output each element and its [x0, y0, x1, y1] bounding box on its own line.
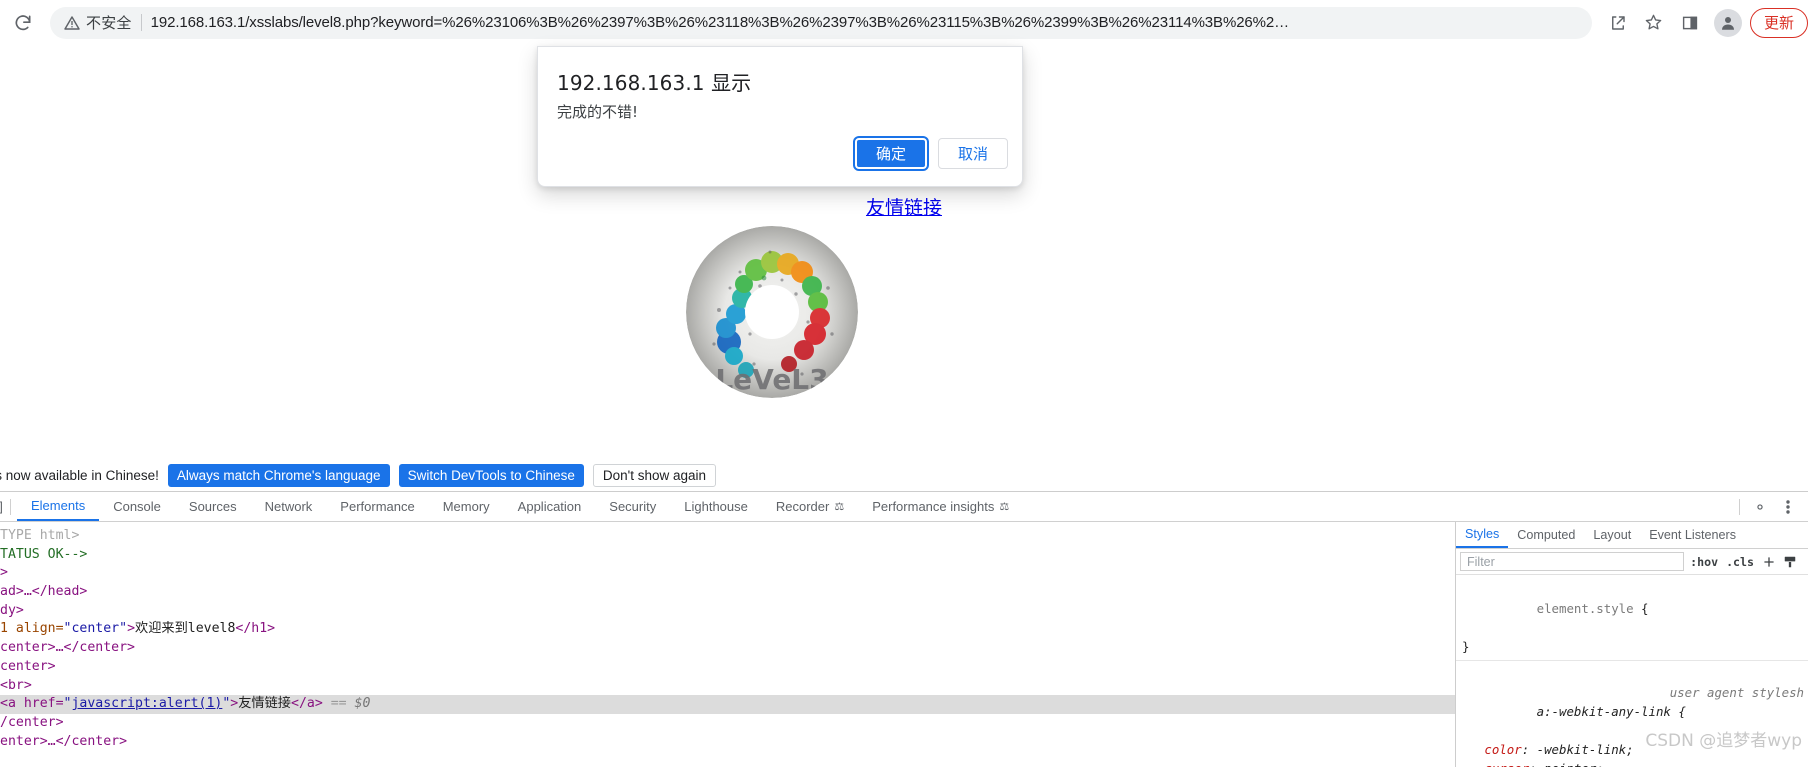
level3-cd-image: LeVeL3 [686, 226, 858, 398]
tab-memory[interactable]: Memory [429, 492, 504, 521]
css-rule-element-style[interactable]: element.style { } [1456, 579, 1808, 658]
banner-text: Tools is now available in Chinese! [0, 468, 159, 483]
styles-pane: Styles Computed Layout Event Listeners F… [1455, 522, 1808, 767]
tab-security[interactable]: Security [595, 492, 670, 521]
omnibox-divider [140, 14, 142, 31]
dom-line[interactable]: 1 align="center">欢迎来到level8</h1> [0, 620, 1455, 639]
devtools-language-banner: Tools is now available in Chinese! Alway… [0, 460, 1808, 491]
devtools-tabbar-actions [1737, 493, 1808, 521]
dom-line[interactable]: TATUS OK--> [0, 546, 1455, 565]
styles-filter-input[interactable]: Filter [1460, 552, 1685, 571]
css-property-value[interactable]: pointer; [1544, 761, 1604, 767]
profile-avatar-icon[interactable] [1713, 8, 1742, 37]
css-property-name[interactable]: color [1484, 742, 1521, 757]
styles-filter-bar: Filter :hov .cls [1456, 549, 1808, 575]
tab-sources[interactable]: Sources [175, 492, 251, 521]
share-icon[interactable] [1602, 7, 1634, 39]
star-icon[interactable] [1638, 7, 1670, 39]
css-selector: element.style [1536, 601, 1634, 616]
dialog-cancel-button[interactable]: 取消 [938, 138, 1008, 169]
tab-computed[interactable]: Computed [1508, 522, 1584, 548]
csdn-watermark: CSDN @追梦者wyp [1645, 731, 1802, 751]
rule-divider [1456, 660, 1808, 661]
kebab-menu-icon[interactable] [1774, 493, 1802, 521]
cls-toggle[interactable]: .cls [1726, 555, 1754, 569]
tab-event-listeners[interactable]: Event Listeners [1640, 522, 1745, 548]
dom-line[interactable]: enter>…</center> [0, 733, 1455, 752]
beaker-icon: ⚖ [999, 501, 1010, 513]
reload-icon[interactable] [6, 6, 40, 40]
dialog-ok-button[interactable]: 确定 [855, 138, 927, 169]
css-rule-webkit-any-link[interactable]: user agent stylesh a:-webkit-any-link { … [1456, 663, 1808, 767]
dock-toggle-icon[interactable]: ] [0, 499, 8, 514]
url-text: 192.168.163.1/xsslabs/level8.php?keyword… [150, 14, 1290, 31]
tab-console[interactable]: Console [99, 492, 175, 521]
css-selector: a:-webkit-any-link [1536, 704, 1671, 719]
dom-tree-pane[interactable]: TYPE html> TATUS OK--> > ad>…</head> dy>… [0, 522, 1455, 767]
warning-triangle-icon [64, 15, 80, 31]
dom-line[interactable]: ad>…</head> [0, 583, 1455, 602]
dom-line[interactable]: dy> [0, 602, 1455, 621]
side-panel-icon[interactable] [1674, 7, 1706, 39]
dom-line-selected[interactable]: <a href="javascript:alert(1)">友情链接</a> =… [0, 695, 1455, 714]
dom-line[interactable]: TYPE html> [0, 527, 1455, 546]
javascript-alert-dialog: 192.168.163.1 显示 完成的不错! 确定 取消 [537, 46, 1023, 187]
omnibox[interactable]: 不安全 192.168.163.1/xsslabs/level8.php?key… [50, 6, 1592, 39]
tabbar-divider [10, 498, 11, 515]
dialog-title: 192.168.163.1 显示 [557, 71, 752, 95]
css-property-value[interactable]: -webkit-link; [1537, 742, 1634, 757]
tab-recorder[interactable]: Recorder ⚖ [762, 492, 858, 521]
tab-performance-insights[interactable]: Performance insights ⚖ [858, 492, 1023, 521]
browser-toolbar: 不安全 192.168.163.1/xsslabs/level8.php?key… [0, 0, 1808, 46]
plus-icon[interactable] [1762, 555, 1776, 569]
dom-line[interactable]: center>…</center> [0, 639, 1455, 658]
tab-styles[interactable]: Styles [1456, 522, 1509, 548]
devtools-panel: ] Elements Console Sources Network Perfo… [0, 491, 1808, 767]
dont-show-again-button[interactable]: Don't show again [592, 464, 717, 487]
style-pane-icon[interactable] [1783, 555, 1797, 569]
tab-lighthouse[interactable]: Lighthouse [670, 492, 762, 521]
css-property-name[interactable]: cursor [1484, 761, 1529, 767]
gear-icon[interactable] [1746, 493, 1774, 521]
update-button[interactable]: 更新 [1749, 7, 1808, 38]
dom-line[interactable]: /center> [0, 714, 1455, 733]
tab-application[interactable]: Application [504, 492, 596, 521]
beaker-icon: ⚖ [834, 501, 845, 513]
dom-line[interactable]: center> [0, 658, 1455, 677]
styles-tabbar: Styles Computed Layout Event Listeners [1456, 522, 1808, 549]
disc-label: LeVeL3 [715, 363, 828, 396]
dom-line[interactable]: <br> [0, 677, 1455, 696]
tab-performance[interactable]: Performance [326, 492, 428, 521]
tab-network[interactable]: Network [251, 492, 327, 521]
tab-elements[interactable]: Elements [17, 492, 100, 521]
devtools-tabbar: ] Elements Console Sources Network Perfo… [0, 492, 1808, 522]
switch-devtools-to-chinese-button[interactable]: Switch DevTools to Chinese [398, 464, 584, 487]
friend-link[interactable]: 友情链接 [0, 193, 1808, 220]
css-rule-source: user agent stylesh [1669, 685, 1804, 700]
dialog-message: 完成的不错! [557, 103, 639, 121]
security-status-label: 不安全 [86, 15, 132, 32]
always-match-language-button[interactable]: Always match Chrome's language [167, 464, 390, 487]
tab-layout[interactable]: Layout [1584, 522, 1640, 548]
hov-toggle[interactable]: :hov [1690, 555, 1718, 569]
actions-divider [1739, 498, 1740, 515]
dom-line[interactable]: > [0, 564, 1455, 583]
